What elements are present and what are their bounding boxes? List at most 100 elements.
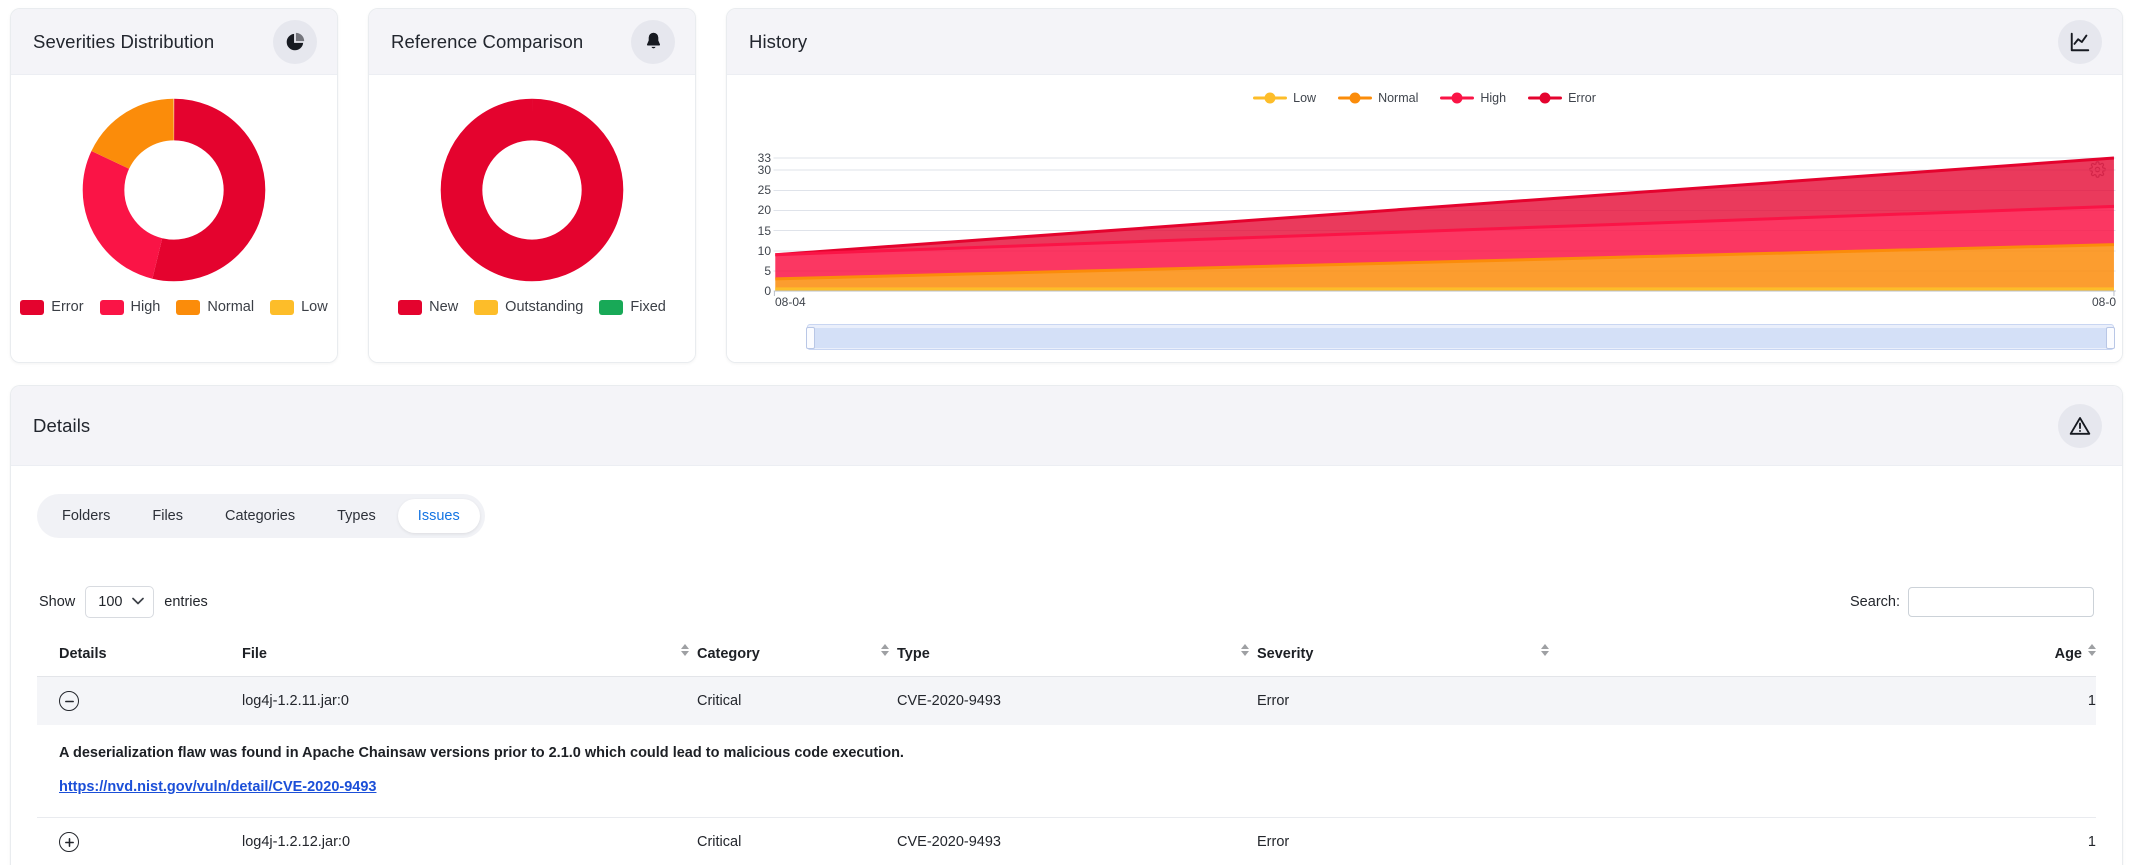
cell-age: 1	[1557, 817, 2096, 865]
column-header-details[interactable]: Details	[37, 636, 242, 677]
tab-folders[interactable]: Folders	[42, 499, 130, 533]
cell-category[interactable]: Critical	[697, 676, 897, 725]
cell-severity[interactable]: Error	[1257, 676, 1557, 725]
chart-legend-label: Low	[1293, 91, 1317, 105]
warning-triangle-icon[interactable]	[2058, 403, 2102, 448]
range-handle-left[interactable]	[806, 327, 815, 349]
column-header-category[interactable]: Category	[697, 636, 897, 677]
reference-card-header: Reference Comparison	[369, 9, 695, 75]
y-tick-label: 15	[757, 224, 771, 238]
legend-label: High	[130, 299, 161, 315]
legend-swatch-high	[99, 299, 124, 315]
chart-legend-item[interactable]: Normal	[1338, 91, 1418, 105]
severities-legend: Error High Normal Low	[20, 299, 328, 315]
tab-issues[interactable]: Issues	[397, 499, 480, 533]
issue-description: A deserialization flaw was found in Apac…	[59, 745, 904, 761]
table-row[interactable]: log4j-1.2.11.jar:0 Critical CVE-2020-949…	[37, 676, 2096, 725]
legend-label: Normal	[207, 299, 255, 315]
y-tick-label: 5	[764, 264, 771, 278]
column-header-severity[interactable]: Severity	[1257, 636, 1557, 677]
line-chart-icon[interactable]	[2058, 19, 2102, 64]
legend-item[interactable]: New	[398, 299, 458, 315]
bell-icon[interactable]	[631, 19, 675, 64]
show-entries-control: Show 10 25 50 100 entries	[39, 586, 208, 618]
legend-label: Outstanding	[505, 299, 584, 315]
column-header-type[interactable]: Type	[897, 636, 1257, 677]
column-header-file[interactable]: File	[242, 636, 697, 677]
page-size-select-wrap: 10 25 50 100	[85, 586, 155, 618]
chart-legend-item[interactable]: Low	[1253, 91, 1316, 105]
cell-category[interactable]: Critical	[697, 817, 897, 865]
legend-label: Low	[301, 299, 328, 315]
y-tick-label: 30	[757, 163, 771, 177]
legend-label: Fixed	[630, 299, 666, 315]
pie-chart-icon[interactable]	[273, 19, 317, 64]
cell-details-toggle[interactable]	[37, 676, 242, 725]
page-size-select[interactable]: 10 25 50 100	[85, 586, 155, 618]
severities-donut[interactable]	[74, 95, 274, 285]
sort-icon-file[interactable]	[681, 644, 689, 656]
donut-slice-normal	[82, 98, 266, 282]
details-card-body: Folders Files Categories Types Issues Sh…	[11, 466, 2122, 865]
legend-marker-error	[1528, 92, 1563, 104]
chart-legend-label: High	[1480, 91, 1507, 105]
chart-legend-item[interactable]: Error	[1528, 91, 1596, 105]
severities-distribution-card: Severities Distribution Error High Norma…	[10, 8, 338, 363]
cell-detail-content: A deserialization flaw was found in Apac…	[37, 725, 2096, 818]
sort-icon-type[interactable]	[1241, 644, 1249, 656]
legend-swatch-fixed	[599, 299, 624, 315]
search-label: Search:	[1850, 594, 1900, 610]
legend-item[interactable]: High	[99, 299, 161, 315]
cell-details-toggle[interactable]	[37, 817, 242, 865]
sort-icon-severity[interactable]	[1541, 644, 1549, 656]
column-header-age[interactable]: Age	[1557, 636, 2096, 677]
reference-donut[interactable]	[432, 95, 632, 285]
table-search: Search:	[1850, 587, 2094, 617]
cell-file: log4j-1.2.11.jar:0	[242, 676, 697, 725]
legend-item[interactable]: Outstanding	[474, 299, 583, 315]
chart-legend-item[interactable]: High	[1440, 91, 1506, 105]
history-area-chart[interactable]: 33 30 25 20 15 10 5 0 08-04 08-0	[727, 143, 2122, 328]
y-tick-label: 25	[757, 183, 771, 197]
collapse-icon[interactable]	[59, 691, 79, 711]
table-header-row: Details File Category Type Severity Age	[37, 636, 2096, 677]
history-range-slider[interactable]	[806, 324, 2115, 350]
expand-icon[interactable]	[59, 832, 79, 852]
history-chart-legend: Low Normal High Error	[727, 75, 2122, 105]
legend-label: Error	[51, 299, 84, 315]
sort-icon-age[interactable]	[2088, 644, 2096, 656]
column-label: Type	[897, 646, 930, 662]
legend-item[interactable]: Low	[270, 299, 328, 315]
issue-reference-link[interactable]: https://nvd.nist.gov/vuln/detail/CVE-202…	[59, 779, 376, 795]
range-handle-right[interactable]	[2106, 327, 2115, 349]
table-row[interactable]: log4j-1.2.12.jar:0 Critical CVE-2020-949…	[37, 817, 2096, 865]
chart-legend-label: Error	[1568, 91, 1596, 105]
table-controls: Show 10 25 50 100 entries	[37, 586, 2096, 618]
severities-card-body: Error High Normal Low	[11, 75, 337, 362]
x-tick-label-end: 08-0	[2091, 295, 2116, 309]
x-tick-label-start: 08-04	[775, 295, 806, 309]
history-card-body: Low Normal High Error 33 30 25 20 15 10 …	[727, 75, 2122, 362]
issues-table-body: log4j-1.2.11.jar:0 Critical CVE-2020-949…	[37, 676, 2096, 865]
legend-marker-normal	[1338, 92, 1373, 104]
tab-files[interactable]: Files	[132, 499, 203, 533]
tab-categories[interactable]: Categories	[205, 499, 315, 533]
legend-item[interactable]: Normal	[176, 299, 254, 315]
cell-severity[interactable]: Error	[1257, 817, 1557, 865]
legend-swatch-error	[20, 299, 45, 315]
column-label: Category	[697, 646, 760, 662]
column-label: File	[242, 646, 267, 662]
sort-icon-category[interactable]	[881, 644, 889, 656]
cell-type[interactable]: CVE-2020-9493	[897, 817, 1257, 865]
legend-item[interactable]: Error	[20, 299, 84, 315]
legend-marker-high	[1440, 92, 1475, 104]
cell-type[interactable]: CVE-2020-9493	[897, 676, 1257, 725]
search-input[interactable]	[1908, 587, 2094, 617]
tab-types[interactable]: Types	[317, 499, 396, 533]
history-card-title: History	[749, 30, 808, 52]
legend-swatch-outstanding	[474, 299, 499, 315]
history-card: History Low Normal High Error 33 30 25 2…	[726, 8, 2123, 363]
table-row-detail: A deserialization flaw was found in Apac…	[37, 725, 2096, 818]
column-label: Details	[59, 646, 107, 662]
legend-item[interactable]: Fixed	[599, 299, 666, 315]
